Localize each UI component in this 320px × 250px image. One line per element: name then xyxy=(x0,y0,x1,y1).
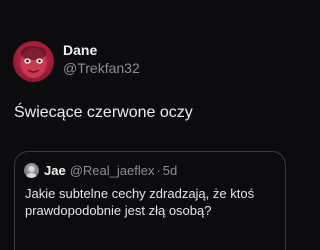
tweet-card: Dane @Trekfan32 Świecące czerwone oczy J… xyxy=(0,0,300,250)
author-info: Dane @Trekfan32 xyxy=(63,42,263,77)
quoted-author-avatar[interactable] xyxy=(24,162,39,178)
profile-avatar-icon xyxy=(26,165,37,178)
author-display-name[interactable]: Dane xyxy=(63,42,263,59)
author-handle[interactable]: @Trekfan32 xyxy=(63,59,263,77)
separator-dot: · xyxy=(156,162,161,178)
quoted-tweet[interactable]: Jae @Real_jaeflex · 5d Jakie subtelne ce… xyxy=(14,151,286,250)
quoted-tweet-timestamp[interactable]: 5d xyxy=(163,163,177,178)
quoted-author-display-name[interactable]: Jae xyxy=(44,163,66,178)
quoted-author-handle[interactable]: @Real_jaeflex xyxy=(70,163,155,178)
tweet-text: Świecące czerwone oczy xyxy=(14,104,193,121)
quoted-tweet-header: Jae @Real_jaeflex · 5d xyxy=(24,162,177,178)
profile-avatar-icon xyxy=(20,46,47,78)
quoted-tweet-text: Jakie subtelne cechy zdradzają, że ktoś … xyxy=(25,186,255,218)
author-avatar[interactable] xyxy=(13,41,54,82)
